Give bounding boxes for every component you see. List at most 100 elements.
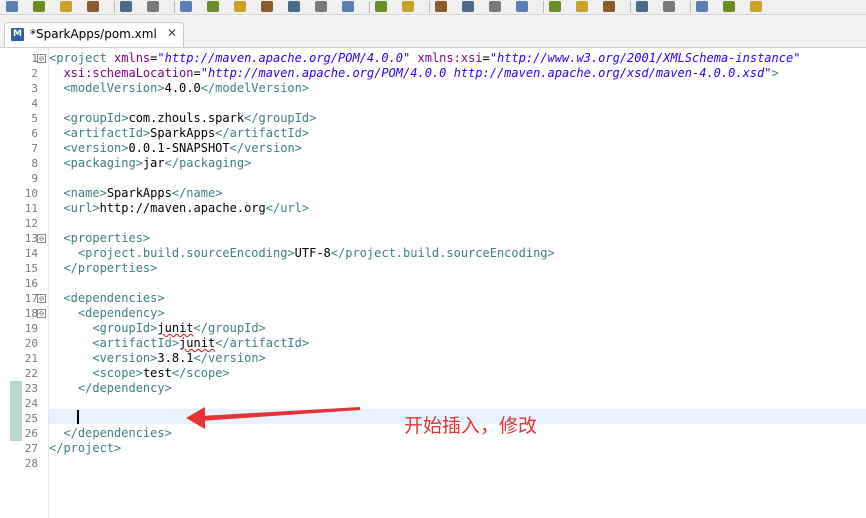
fold-toggle-icon[interactable]: ⊖ xyxy=(37,294,46,303)
open-type-icon[interactable] xyxy=(375,1,387,12)
open-folder-icon[interactable] xyxy=(576,1,588,12)
xml-text xyxy=(49,336,92,350)
code-line: </dependencies> xyxy=(49,426,171,441)
line-number: 21 xyxy=(24,352,38,365)
main-toolbar xyxy=(0,0,866,15)
fold-toggle-icon[interactable]: ⊖ xyxy=(37,54,46,63)
xml-tag: </groupId> xyxy=(193,321,266,335)
fold-toggle-icon[interactable]: ⊖ xyxy=(37,234,46,243)
run-icon[interactable] xyxy=(462,1,474,12)
xml-text: = xyxy=(482,51,490,65)
xml-tag: </artifactId> xyxy=(215,126,310,140)
step-return-icon[interactable] xyxy=(342,1,354,12)
xml-text: SparkApps xyxy=(150,126,216,140)
xml-text: 0.0.1-SNAPSHOT xyxy=(128,141,230,155)
terminate-icon[interactable] xyxy=(234,1,246,12)
debug-icon[interactable] xyxy=(435,1,447,12)
xml-text xyxy=(49,111,63,125)
xml-text xyxy=(49,246,78,260)
new-folder-icon[interactable] xyxy=(549,1,561,12)
step-into-icon[interactable] xyxy=(288,1,300,12)
xml-tag: <packaging> xyxy=(63,156,143,170)
xml-tag: <dependency> xyxy=(77,306,165,320)
back-icon[interactable] xyxy=(750,1,762,12)
line-number: 10 xyxy=(24,187,38,200)
line-number: 8 xyxy=(31,157,38,170)
xml-attribute-value: "http://www.w3.org/2001/XMLSchema-instan… xyxy=(489,51,801,65)
xml-tag: <scope> xyxy=(92,366,143,380)
line-number: 17 xyxy=(24,292,38,305)
toolbar-separator xyxy=(174,1,175,13)
save-icon[interactable] xyxy=(6,1,18,12)
xml-tag: <modelVersion> xyxy=(63,81,165,95)
external-tools-icon[interactable] xyxy=(489,1,501,12)
server-icon[interactable] xyxy=(516,1,528,12)
change-ruler-marker xyxy=(10,381,22,396)
line-number: 18 xyxy=(24,307,38,320)
line-number: 25 xyxy=(24,412,38,425)
xml-tag: <dependencies> xyxy=(63,291,165,305)
fold-toggle-icon[interactable]: ⊖ xyxy=(37,309,46,318)
disconnect-icon[interactable] xyxy=(261,1,273,12)
xml-tag: <url> xyxy=(63,201,100,215)
xml-tag: </groupId> xyxy=(244,111,317,125)
line-number: 19 xyxy=(24,322,38,335)
xml-tag: </scope> xyxy=(171,366,230,380)
suspend-icon[interactable] xyxy=(207,1,219,12)
resume-icon[interactable] xyxy=(180,1,192,12)
task-icon[interactable] xyxy=(402,1,414,12)
xml-attribute: xmlns xyxy=(114,51,151,65)
xml-text xyxy=(49,66,63,80)
line-number: 5 xyxy=(31,112,38,125)
line-number-gutter: 1 ⊖ 2 3 4 5 6 7 8 9 10 11 12 13 ⊖ 14 15 16 17 ⊖ 18 ⊖ 19 20 21 22 2… xyxy=(0,48,49,518)
xml-tag: </artifactId> xyxy=(215,336,310,350)
xml-tag: </version> xyxy=(229,141,302,155)
xml-attribute-value: "http://maven.apache.org/POM/4.0.0" xyxy=(157,51,411,65)
tab-pom-xml[interactable]: M *SparkApps/pom.xml ✕ xyxy=(4,22,184,47)
xml-tag: </name> xyxy=(171,186,223,200)
clean-icon[interactable] xyxy=(60,1,72,12)
line-number: 23 xyxy=(24,382,38,395)
line-number: 28 xyxy=(24,457,38,470)
close-icon[interactable]: ✕ xyxy=(167,26,177,40)
xml-text: SparkApps xyxy=(106,186,172,200)
xml-text: test xyxy=(142,366,172,380)
code-line: <scope>test</scope> xyxy=(49,366,230,381)
lightbulb-icon[interactable] xyxy=(696,1,708,12)
xml-tag: </project> xyxy=(49,441,122,455)
xml-editor[interactable]: <project xmlns = "http://maven.apache.org/… xyxy=(49,48,866,518)
xml-text xyxy=(49,321,92,335)
run-last-icon[interactable] xyxy=(663,1,675,12)
terminal-icon[interactable] xyxy=(120,1,132,12)
xml-tag: <properties> xyxy=(63,231,151,245)
toolbar-separator xyxy=(429,1,430,13)
code-line: <version>3.8.1</version> xyxy=(49,351,265,366)
xml-tag: <project xyxy=(49,51,115,65)
line-number: 12 xyxy=(24,217,38,230)
tab-title: *SparkApps/pom.xml xyxy=(30,27,157,41)
toolbar-separator xyxy=(543,1,544,13)
change-ruler-marker xyxy=(10,396,22,411)
toolbar-separator xyxy=(369,1,370,13)
globe-icon[interactable] xyxy=(636,1,648,12)
toolbar-separator xyxy=(114,1,115,13)
xml-tag: <name> xyxy=(63,186,107,200)
line-number: 14 xyxy=(24,247,38,260)
code-line: <dependencies> xyxy=(49,291,165,306)
code-line: <artifactId>junit</artifactId> xyxy=(49,336,309,351)
build-icon[interactable] xyxy=(87,1,99,12)
line-number: 3 xyxy=(31,82,38,95)
step-over-icon[interactable] xyxy=(315,1,327,12)
xml-text: http://maven.apache.org xyxy=(99,201,266,215)
xml-text: 4.0.0 xyxy=(164,81,201,95)
save-all-icon[interactable] xyxy=(33,1,45,12)
xml-tag: <version> xyxy=(92,351,158,365)
xml-tag: <groupId> xyxy=(63,111,129,125)
search-icon[interactable] xyxy=(147,1,159,12)
xml-text: junit xyxy=(179,336,216,350)
xml-text xyxy=(49,381,78,395)
xml-text: 3.8.1 xyxy=(157,351,194,365)
edit-icon[interactable] xyxy=(603,1,615,12)
code-line: </project> xyxy=(49,441,121,456)
up-arrow-icon[interactable] xyxy=(723,1,735,12)
